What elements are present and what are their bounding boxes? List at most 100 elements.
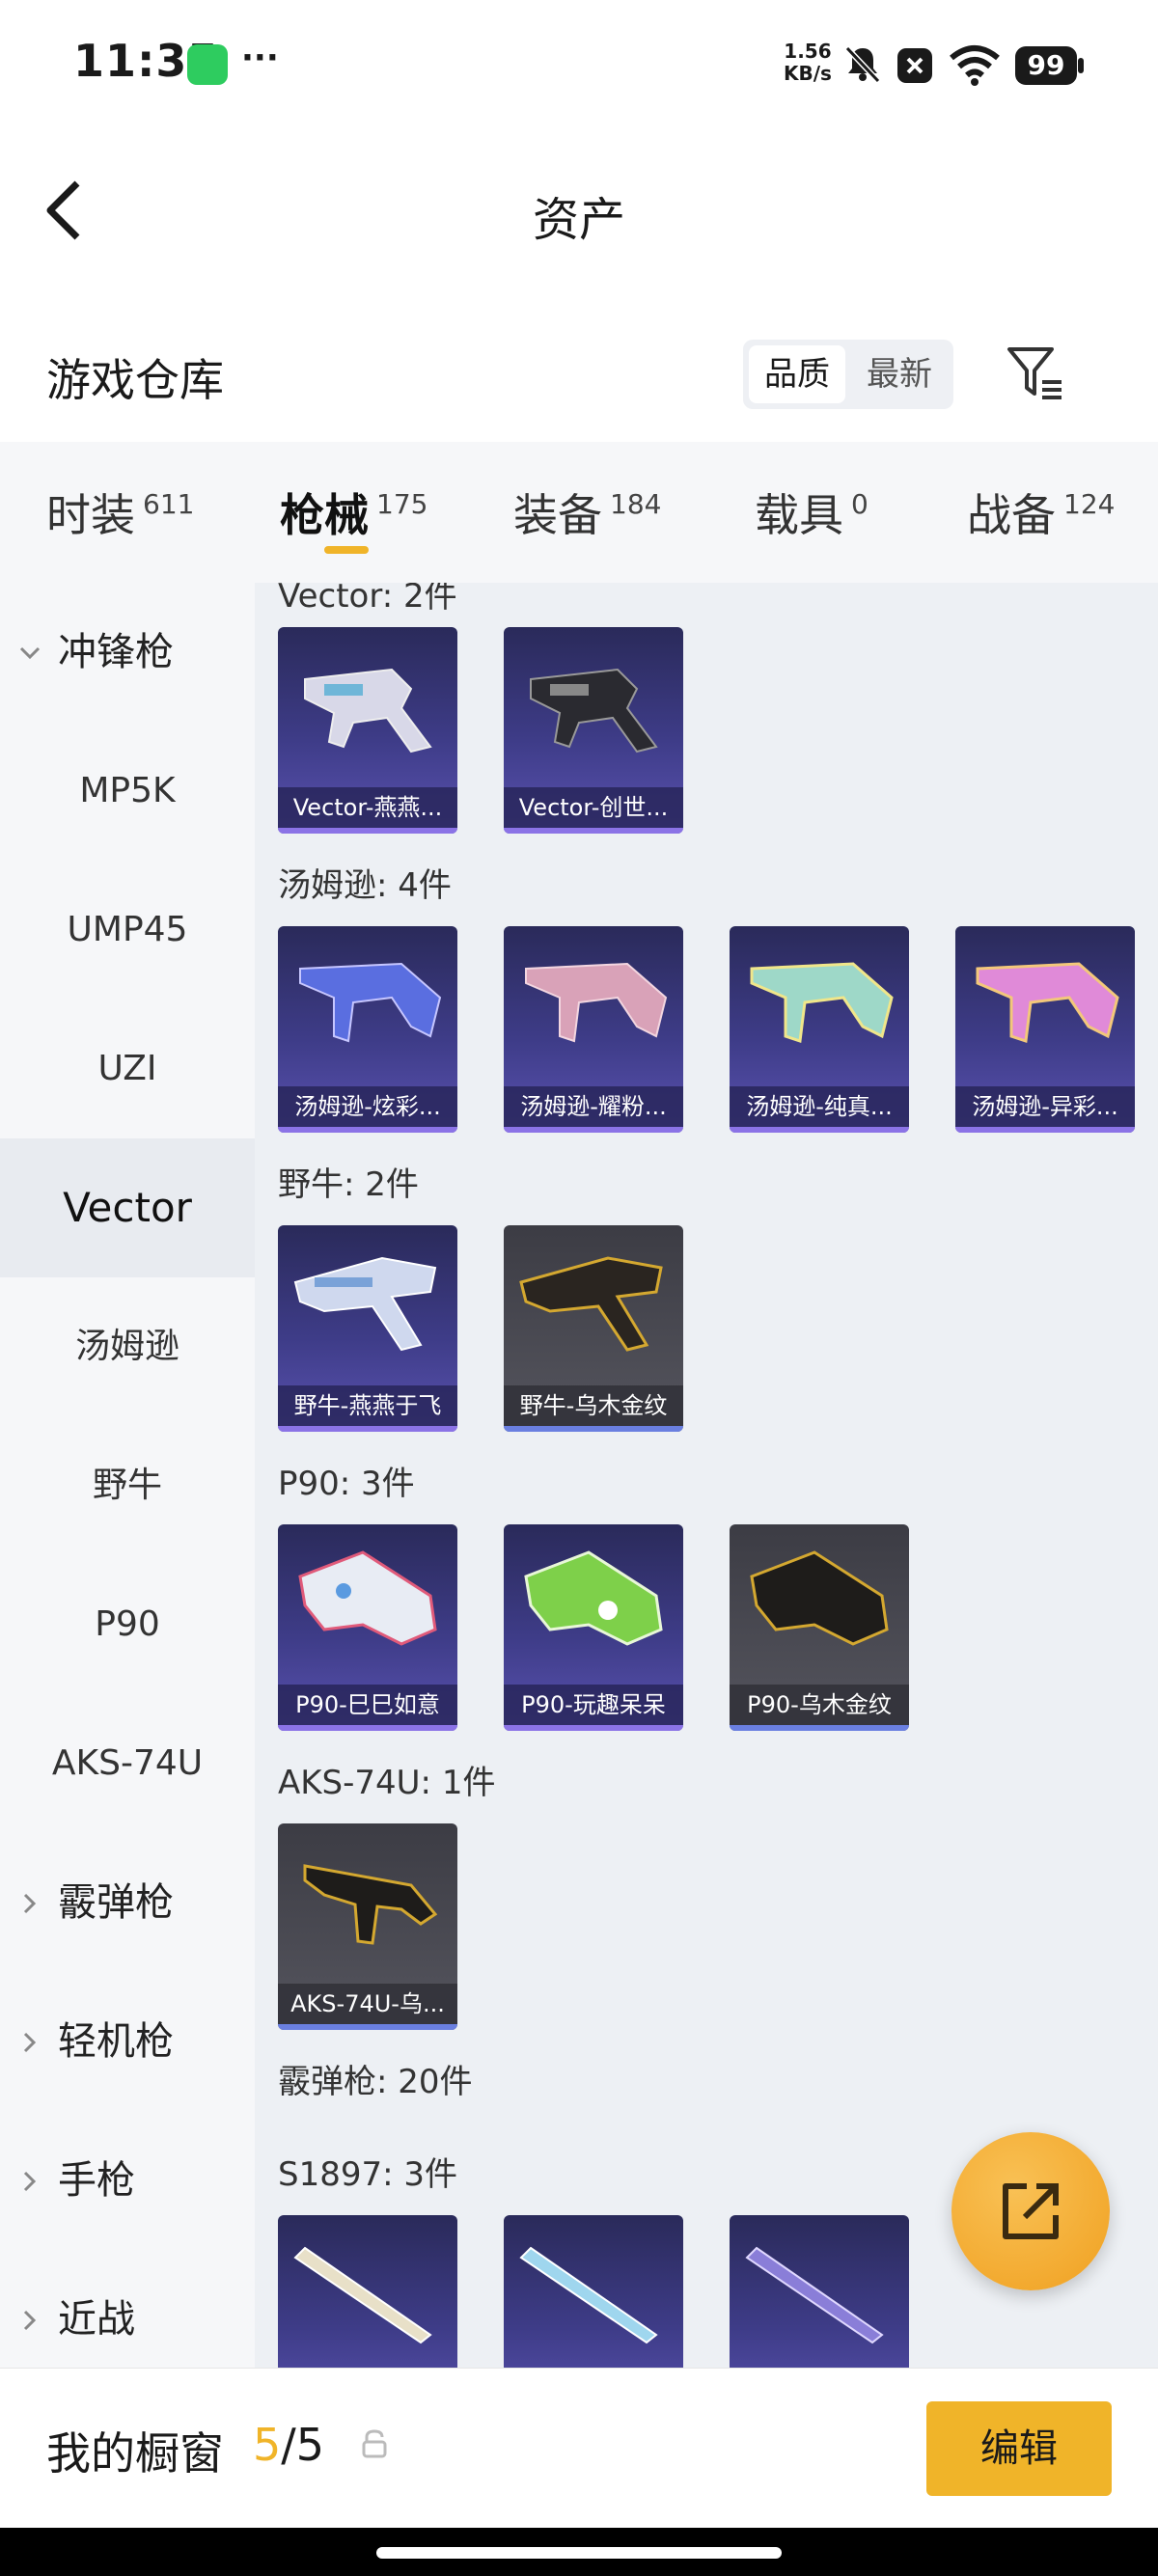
edit-button[interactable]: 编辑: [926, 2401, 1112, 2496]
weapon-skin-image: [299, 962, 442, 1043]
rarity-bar: [278, 1127, 457, 1133]
weapon-skin-image: [304, 668, 432, 754]
battery-level: 99: [1015, 46, 1077, 85]
sidebar-item-mp5k[interactable]: MP5K: [0, 722, 255, 861]
more-notifications-icon: ···: [241, 39, 279, 77]
tab-fashion[interactable]: 时装 611: [46, 442, 194, 583]
battery-tip: [1078, 58, 1084, 73]
showcase-label: 我的橱窗: [46, 2427, 224, 2480]
chevron-right-icon: [23, 2310, 37, 2331]
weapon-card[interactable]: AKS-74U-乌...: [278, 1823, 457, 2030]
rarity-bar: [730, 1725, 909, 1731]
status-bar: 11:35 ··· 1.56 KB/s 99: [0, 0, 1158, 135]
sidebar-item-ump45[interactable]: UMP45: [0, 861, 255, 1000]
weapon-card[interactable]: Vector-燕燕...: [278, 627, 457, 834]
sidebar-item-p90[interactable]: P90: [0, 1555, 255, 1694]
weapon-card[interactable]: P90-玩趣呆呆: [504, 1524, 683, 1731]
sim-off-icon: [897, 48, 932, 83]
sidebar-group-shotgun[interactable]: 霰弹枪: [0, 1833, 255, 1972]
weapon-card[interactable]: [730, 2215, 909, 2368]
tab-equipment[interactable]: 装备 184: [513, 442, 661, 583]
sidebar-item-uzi[interactable]: UZI: [0, 1000, 255, 1138]
rarity-bar: [504, 1725, 683, 1731]
tab-supplies[interactable]: 战备 124: [967, 442, 1115, 583]
weapon-card[interactable]: Vector-创世...: [504, 627, 683, 834]
sort-quality-button[interactable]: 品质: [749, 345, 845, 403]
weapon-skin-image: [976, 962, 1119, 1044]
group-title-s1897: S1897: 3件: [278, 2155, 458, 2194]
weapon-skin-image: [293, 1256, 437, 1352]
rarity-bar: [955, 1127, 1135, 1133]
external-link-icon: [1003, 2183, 1059, 2239]
weapon-skin-image: [293, 2246, 432, 2344]
sort-newest-button[interactable]: 最新: [849, 345, 950, 403]
weapon-card[interactable]: P90-乌木金纹: [730, 1524, 909, 1731]
system-nav-bar: [0, 2528, 1158, 2576]
app-notification-icon: [187, 44, 228, 85]
weapon-skin-image: [298, 1550, 437, 1646]
rarity-bar: [278, 1725, 457, 1731]
rarity-bar: [504, 1426, 683, 1432]
showcase-count: 5/5: [253, 2419, 325, 2471]
weapon-card[interactable]: 汤姆逊-异彩...: [955, 926, 1135, 1133]
sidebar-group-smg[interactable]: 冲锋枪: [0, 583, 255, 722]
sidebar-group-lmg[interactable]: 轻机枪: [0, 1972, 255, 2111]
chevron-right-icon: [23, 2032, 37, 2053]
group-title-thompson: 汤姆逊: 4件: [278, 866, 452, 905]
mute-icon: [844, 45, 881, 84]
warehouse-title: 游戏仓库: [46, 354, 224, 406]
weapon-card[interactable]: 野牛-乌木金纹: [504, 1225, 683, 1432]
rarity-bar: [278, 2024, 457, 2030]
weapon-card[interactable]: [278, 2215, 457, 2368]
share-fab-button[interactable]: [951, 2132, 1110, 2290]
sidebar-item-bizon[interactable]: 野牛: [0, 1416, 255, 1555]
rarity-bar: [504, 1127, 683, 1133]
sidebar-group-melee[interactable]: 近战: [0, 2250, 255, 2368]
weapon-skin-image: [750, 1550, 889, 1646]
rarity-bar: [278, 828, 457, 834]
weapon-card[interactable]: 野牛-燕燕于飞: [278, 1225, 457, 1432]
lock-icon: [362, 2429, 387, 2458]
weapon-card[interactable]: [504, 2215, 683, 2368]
group-title-aks74u: AKS-74U: 1件: [278, 1764, 496, 1802]
chevron-right-icon: [23, 2171, 37, 2192]
weapon-skin-image: [524, 1550, 663, 1646]
group-title-bizon: 野牛: 2件: [278, 1165, 419, 1204]
home-indicator[interactable]: [376, 2547, 782, 2559]
filter-icon[interactable]: [1006, 343, 1067, 405]
showcase-bar: 我的橱窗 5/5 编辑: [0, 2368, 1158, 2528]
category-tabs: 时装 611 枪械 175 装备 184 载具 0 战备 124: [0, 442, 1158, 583]
weapon-skin-image: [530, 668, 658, 754]
sidebar-item-aks74u[interactable]: AKS-74U: [0, 1694, 255, 1833]
sidebar-item-thompson[interactable]: 汤姆逊: [0, 1277, 255, 1416]
weapon-skin-image: [525, 962, 668, 1043]
rarity-bar: [730, 1127, 909, 1133]
network-speed: 1.56 KB/s: [784, 40, 832, 85]
active-tab-indicator: [324, 546, 369, 554]
group-title-shotgun: 霰弹枪: 20件: [278, 2063, 473, 2101]
weapon-skin-image: [303, 1864, 438, 1945]
sort-toggle: 品质 最新: [743, 340, 953, 409]
page-title: 资产: [532, 193, 625, 247]
tab-firearms[interactable]: 枪械 175: [280, 442, 427, 583]
weapon-skin-image: [745, 2246, 884, 2344]
chevron-right-icon: [23, 1893, 37, 1914]
weapon-card[interactable]: 汤姆逊-纯真...: [730, 926, 909, 1133]
weapon-skin-image: [750, 962, 894, 1044]
weapon-card[interactable]: 汤姆逊-耀粉...: [504, 926, 683, 1133]
weapon-card[interactable]: 汤姆逊-炫彩...: [278, 926, 457, 1133]
group-title-p90: P90: 3件: [278, 1465, 415, 1503]
rarity-bar: [504, 828, 683, 834]
sidebar-item-vector[interactable]: Vector: [0, 1138, 255, 1277]
tab-vehicles[interactable]: 载具 0: [755, 442, 868, 583]
sidebar-group-pistol[interactable]: 手枪: [0, 2111, 255, 2250]
group-title-vector: Vector: 2件: [278, 583, 457, 616]
rarity-bar: [278, 1426, 457, 1432]
weapon-card[interactable]: P90-巳巳如意: [278, 1524, 457, 1731]
weapon-skin-image: [519, 2246, 658, 2344]
wifi-icon: [950, 45, 1000, 86]
weapon-skin-image: [519, 1256, 663, 1352]
chevron-down-icon: [19, 646, 41, 660]
weapon-grid: Vector: 2件 Vector-燕燕... Vector-创世... 汤姆逊…: [255, 583, 1158, 2368]
weapon-type-sidebar: 冲锋枪 MP5K UMP45 UZI Vector 汤姆逊 野牛 P90 AKS…: [0, 583, 255, 2368]
